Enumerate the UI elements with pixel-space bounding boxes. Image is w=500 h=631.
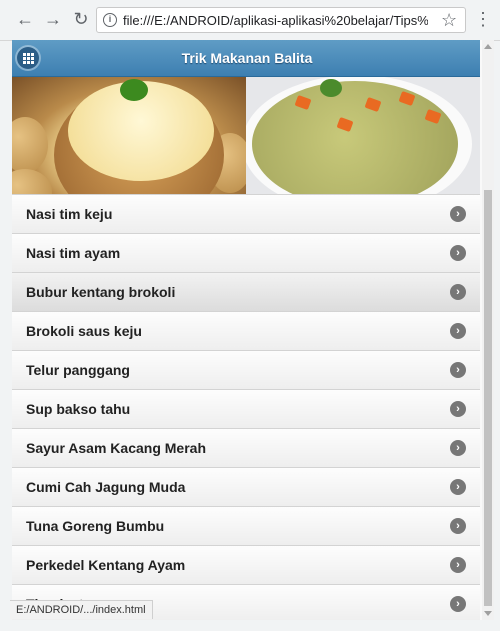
app-header: Trik Makanan Balita (12, 40, 480, 77)
page-title: Trik Makanan Balita (181, 50, 313, 66)
vertical-scrollbar[interactable] (482, 40, 494, 620)
scrollbar-thumb[interactable] (484, 190, 492, 606)
list-item[interactable]: Sup bakso tahu › (12, 389, 480, 428)
chevron-right-icon: › (450, 401, 466, 417)
chevron-right-icon: › (450, 245, 466, 261)
browser-toolbar: ← → ↻ i file:///E:/ANDROID/aplikasi-apli… (0, 0, 500, 41)
scroll-up-icon[interactable] (484, 44, 492, 49)
list-item-label[interactable]: Sup bakso tahu (26, 390, 130, 428)
list-item-label[interactable]: Brokoli saus keju (26, 312, 142, 350)
chevron-right-icon: › (450, 362, 466, 378)
list-item[interactable]: Telur panggang › (12, 350, 480, 389)
forward-icon[interactable]: → (42, 8, 64, 30)
list-item[interactable]: Brokoli saus keju › (12, 311, 480, 350)
list-item[interactable]: Bubur kentang brokoli › (12, 272, 480, 311)
reload-icon[interactable]: ↻ (70, 8, 92, 30)
list-item[interactable]: Nasi tim ayam › (12, 233, 480, 272)
status-bar-url: E:/ANDROID/.../index.html (10, 600, 153, 619)
list-item-label[interactable]: Sayur Asam Kacang Merah (26, 429, 206, 467)
menu-list: Nasi tim keju › Nasi tim ayam › Bubur kent… (12, 194, 480, 620)
list-item-label[interactable]: Nasi tim ayam (26, 234, 120, 272)
list-item-label[interactable]: Perkedel Kentang Ayam (26, 546, 185, 584)
bookmark-star-icon[interactable]: ☆ (441, 10, 457, 30)
address-bar[interactable]: i file:///E:/ANDROID/aplikasi-aplikasi%2… (96, 7, 466, 33)
scroll-down-icon[interactable] (484, 611, 492, 616)
grid-menu-icon[interactable] (17, 47, 39, 69)
list-item[interactable]: Sayur Asam Kacang Merah › (12, 428, 480, 467)
url-text[interactable]: file:///E:/ANDROID/aplikasi-aplikasi%20b… (123, 13, 428, 29)
chevron-right-icon: › (450, 323, 466, 339)
list-item-label[interactable]: Telur panggang (26, 351, 130, 389)
list-item-label[interactable]: Bubur kentang brokoli (26, 273, 175, 311)
info-icon[interactable]: i (103, 13, 117, 27)
chevron-right-icon: › (450, 557, 466, 573)
chevron-right-icon: › (450, 596, 466, 612)
list-item-label[interactable]: Nasi tim keju (26, 195, 112, 233)
list-item[interactable]: Perkedel Kentang Ayam › (12, 545, 480, 584)
list-item[interactable]: Cumi Cah Jagung Muda › (12, 467, 480, 506)
list-item[interactable]: Nasi tim keju › (12, 194, 480, 233)
list-item-label[interactable]: Cumi Cah Jagung Muda (26, 468, 185, 506)
chevron-right-icon: › (450, 206, 466, 222)
list-item[interactable]: Tuna Goreng Bumbu › (12, 506, 480, 545)
chevron-right-icon: › (450, 479, 466, 495)
more-menu-icon[interactable]: ⋮ (474, 8, 492, 30)
list-item-label[interactable]: Tuna Goreng Bumbu (26, 507, 164, 545)
back-icon[interactable]: ← (14, 8, 36, 30)
chevron-right-icon: › (450, 518, 466, 534)
chevron-right-icon: › (450, 440, 466, 456)
page-viewport: Trik Makanan Balita Nasi tim keju › Nasi … (12, 40, 482, 620)
chevron-right-icon: › (450, 284, 466, 300)
